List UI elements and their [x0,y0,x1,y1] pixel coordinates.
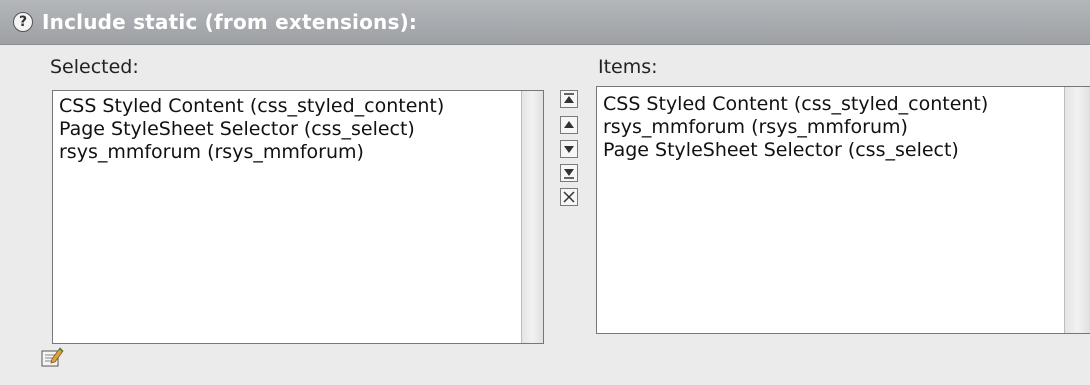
move-to-bottom-icon[interactable] [560,164,578,182]
section-header: ? Include static (from extensions): [0,0,1090,45]
items-label: Items: [598,56,658,78]
edit-template-icon[interactable] [40,345,64,369]
available-item[interactable]: Page StyleSheet Selector (css_select) [603,139,988,162]
move-down-icon[interactable] [560,140,578,158]
remove-icon[interactable] [560,188,578,206]
selected-listbox[interactable]: CSS Styled Content (css_styled_content) … [52,90,544,344]
items-listbox[interactable]: CSS Styled Content (css_styled_content) … [596,86,1090,334]
available-item[interactable]: CSS Styled Content (css_styled_content) [603,93,988,116]
selected-item[interactable]: rsys_mmforum (rsys_mmforum) [59,141,444,164]
help-icon[interactable]: ? [13,12,33,32]
section-title: Include static (from extensions): [42,10,418,34]
selected-label: Selected: [50,56,139,78]
move-up-icon[interactable] [560,116,578,134]
items-listbox-scrollbar[interactable] [1064,87,1090,333]
selected-item[interactable]: Page StyleSheet Selector (css_select) [59,118,444,141]
move-to-top-icon[interactable] [560,90,578,108]
selected-listbox-scrollbar[interactable] [521,91,543,343]
available-item[interactable]: rsys_mmforum (rsys_mmforum) [603,116,988,139]
selected-item[interactable]: CSS Styled Content (css_styled_content) [59,95,444,118]
